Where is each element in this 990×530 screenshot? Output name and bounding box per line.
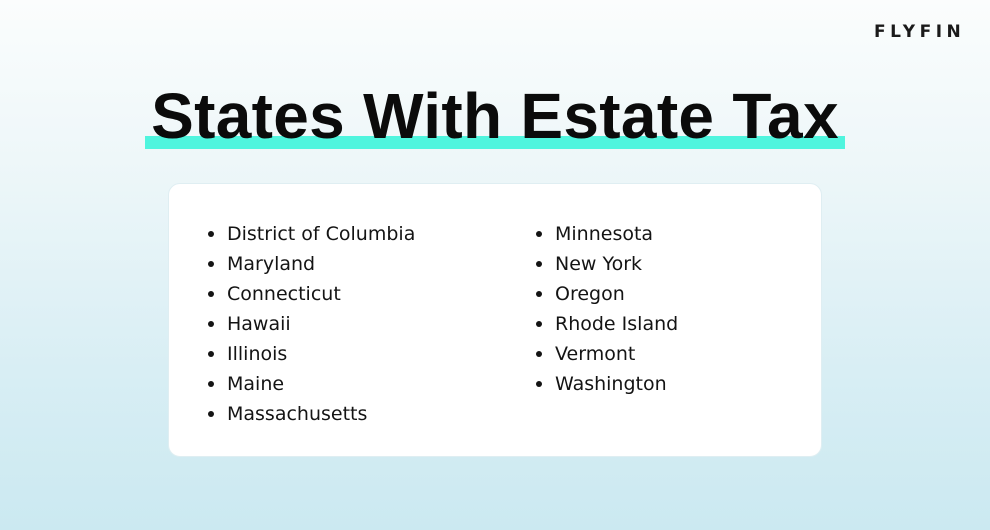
bullet-icon [536,381,542,387]
bullet-icon [208,411,214,417]
page-title: States With Estate Tax [145,78,845,154]
bullet-icon [536,231,542,237]
state-list-item: Vermont [535,339,678,369]
state-name: Hawaii [227,313,291,335]
states-list-right: Minnesota New York Oregon Rhode Island Vermo… [535,219,678,399]
state-name: Maine [227,373,285,395]
state-name: District of Columbia [227,223,416,245]
bullet-icon [208,291,214,297]
page-title-text: States With Estate Tax [151,80,839,152]
bullet-icon [208,261,214,267]
state-list-item: Minnesota [535,219,678,249]
state-name: Illinois [227,343,288,365]
state-list-item: District of Columbia [207,219,415,249]
state-list-item: Massachusetts [207,399,415,429]
flyfin-logo: FLYFIN [874,22,966,42]
bullet-icon [208,381,214,387]
state-list-item: Rhode Island [535,309,678,339]
state-list-item: Washington [535,369,678,399]
state-name: Massachusetts [227,403,368,425]
state-name: Maryland [227,253,316,275]
state-name: Connecticut [227,283,341,305]
state-list-item: Connecticut [207,279,415,309]
bullet-icon [536,261,542,267]
states-card: District of Columbia Maryland Connecticut H… [168,183,822,457]
state-name: Oregon [555,283,625,305]
bullet-icon [536,321,542,327]
state-name: Minnesota [555,223,654,245]
title-container: States With Estate Tax [0,78,990,154]
state-list-item: New York [535,249,678,279]
state-list-item: Hawaii [207,309,415,339]
state-name: Vermont [555,343,636,365]
state-name: Washington [555,373,667,395]
bullet-icon [536,351,542,357]
state-list-item: Oregon [535,279,678,309]
bullet-icon [208,321,214,327]
states-list-left: District of Columbia Maryland Connecticut H… [207,219,415,429]
state-list-item: Maine [207,369,415,399]
bullet-icon [208,231,214,237]
bullet-icon [208,351,214,357]
state-name: Rhode Island [555,313,679,335]
state-name: New York [555,253,643,275]
bullet-icon [536,291,542,297]
state-list-item: Illinois [207,339,415,369]
state-list-item: Maryland [207,249,415,279]
